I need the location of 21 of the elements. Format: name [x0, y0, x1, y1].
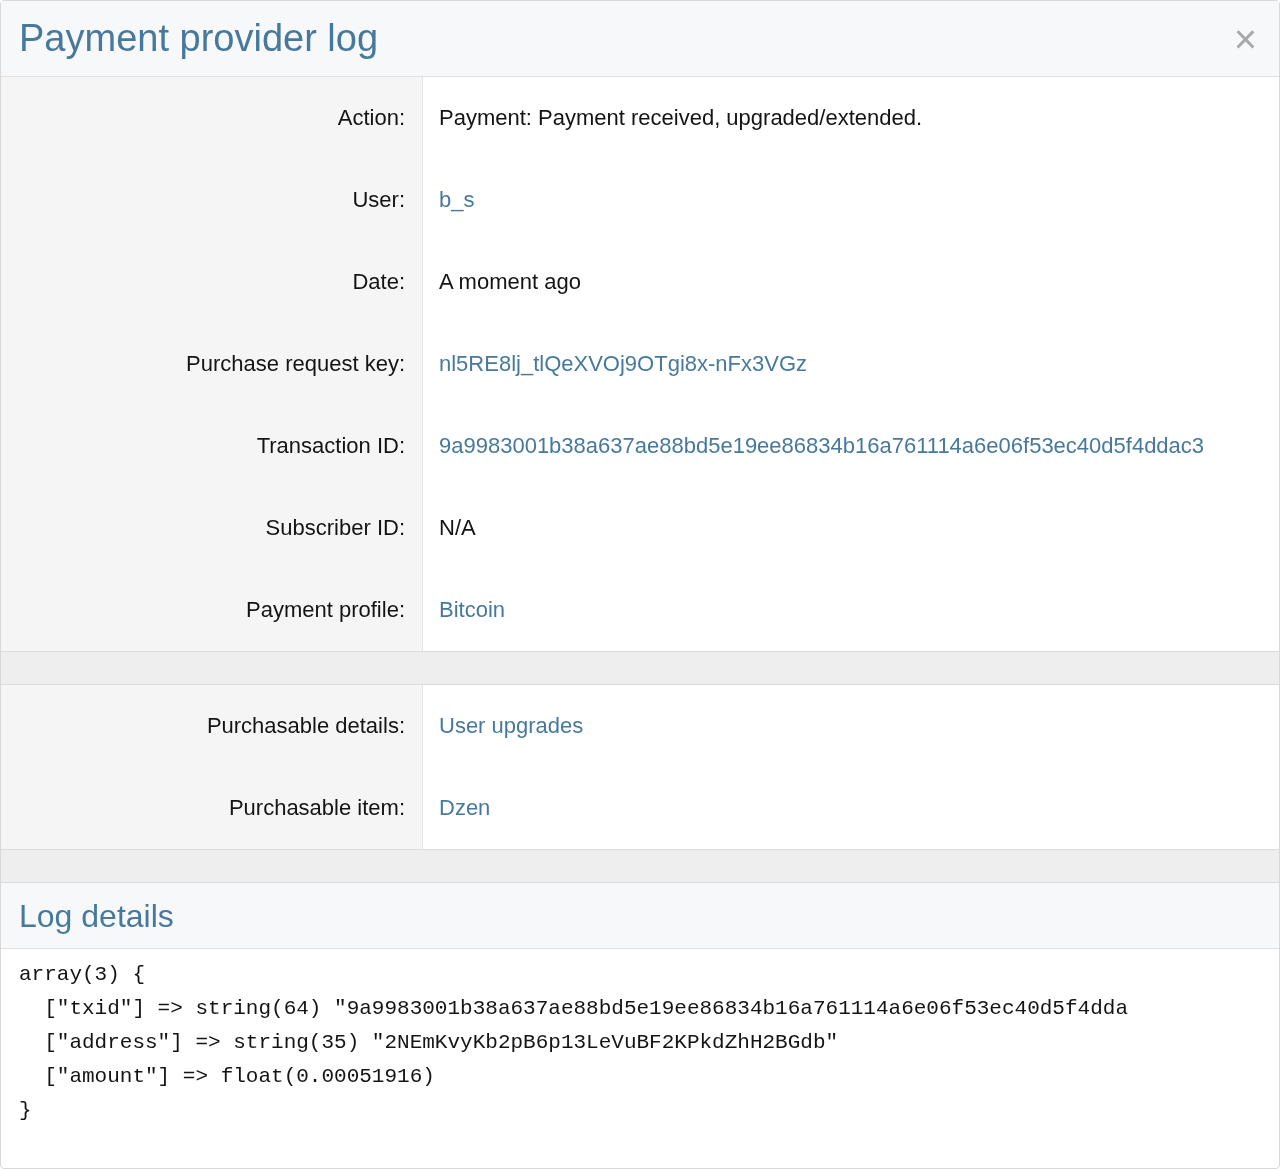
field-label: Action:: [337, 104, 405, 132]
value-text: Payment: Payment received, upgraded/extended.: [439, 105, 923, 130]
value-link[interactable]: b_s: [439, 187, 475, 212]
log-code: array(3) { ["txid"] => string(64) "9a9983001b38a637ae88bd5e19ee86834b16a761114a6e06f53ec40d5f4dda ["address"] => string(35) "2NEmKvyKb2pB6p13LeVuBF2KPkdZhH2BGdb" ["amount"] => float(0.00051916) }: [18, 962, 1129, 1124]
value-text: N/A: [439, 515, 476, 540]
value-link[interactable]: Bitcoin: [439, 597, 506, 622]
field-label: Purchasable details:: [206, 712, 405, 740]
field-label: Date:: [352, 268, 405, 296]
value-text: A moment ago: [439, 269, 581, 294]
field-label: Purchasable item:: [228, 794, 405, 822]
field-label: User:: [352, 186, 405, 214]
value-link[interactable]: User upgrades: [439, 713, 584, 738]
value-link[interactable]: Dzen: [439, 795, 491, 820]
field-label: Transaction ID:: [256, 432, 405, 460]
field-label: Subscriber ID:: [265, 514, 405, 542]
value-link[interactable]: 9a9983001b38a637ae88bd5e19ee86834b16a761114a6e06f53ec40d5f4ddac3: [439, 433, 1205, 458]
section-title: Log details: [19, 896, 174, 936]
field-label: Payment profile:: [246, 596, 405, 624]
value-link[interactable]: nl5RE8lj_tlQeXVOj9OTgi8x-nFx3VGz: [439, 351, 808, 376]
field-label: Purchase request key:: [186, 350, 405, 378]
dialog-title: Payment provider log: [19, 16, 379, 61]
